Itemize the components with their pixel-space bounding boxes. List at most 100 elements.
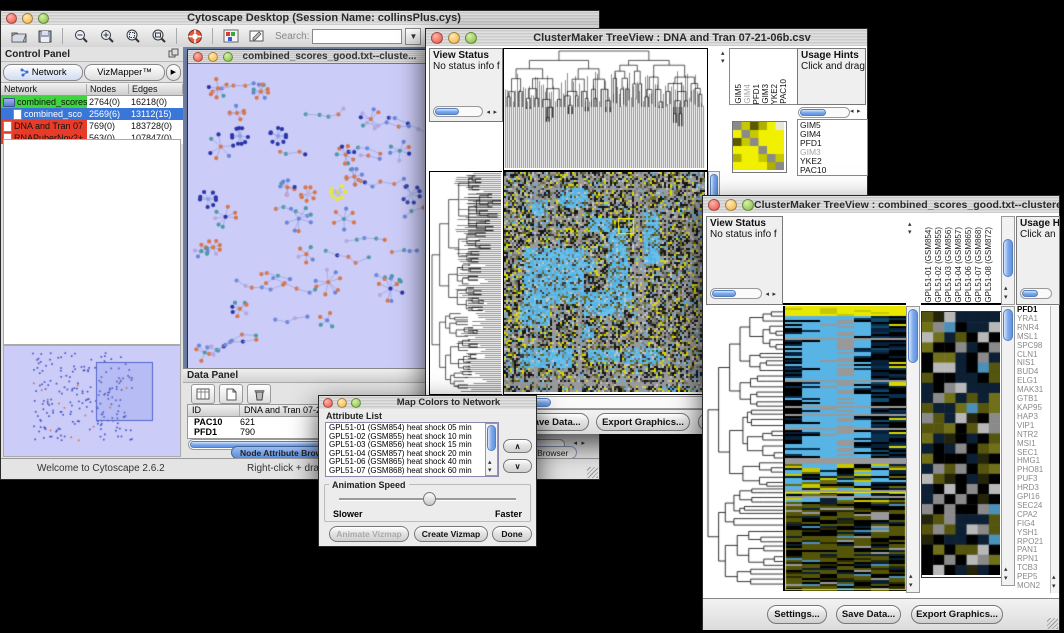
new-attribute-icon[interactable] bbox=[219, 384, 243, 404]
close-button[interactable] bbox=[193, 52, 203, 62]
zoom-button[interactable] bbox=[38, 13, 49, 24]
scroll-up-arrow[interactable]: ▴ bbox=[1004, 285, 1008, 292]
scroll-right-arrow[interactable]: ▸ bbox=[772, 291, 776, 298]
row-dendrogram2-canvas[interactable] bbox=[706, 306, 783, 591]
float-panel-icon[interactable] bbox=[168, 48, 179, 61]
scrollbar-thumb[interactable] bbox=[435, 108, 459, 115]
treeview1-titlebar[interactable]: ClusterMaker TreeView : DNA and Tran 07-… bbox=[426, 29, 867, 47]
vizmapper-icon[interactable] bbox=[219, 27, 242, 45]
open-file-button[interactable] bbox=[7, 27, 30, 45]
dialog-titlebar[interactable]: Map Colors to Network bbox=[319, 396, 536, 410]
scroll-down-arrow[interactable]: ▾ bbox=[1004, 294, 1008, 301]
column-label[interactable]: GPL51-04 (GSM857) bbox=[954, 227, 964, 303]
main-title-bar[interactable]: Cytoscape Desktop (Session Name: collins… bbox=[1, 11, 599, 26]
scroll-down-arrow[interactable]: ▾ bbox=[1052, 583, 1056, 590]
tab-overflow-arrow[interactable]: ▶ bbox=[166, 64, 181, 81]
column-label[interactable]: GIM5 bbox=[734, 84, 743, 104]
view-status-scrollbar[interactable] bbox=[433, 106, 483, 117]
network-window1-titlebar[interactable]: combined_scores_good.txt--cluste... bbox=[188, 50, 426, 64]
birdseye-canvas[interactable] bbox=[4, 346, 178, 454]
scrollbar-thumb[interactable] bbox=[1022, 290, 1038, 297]
done-button[interactable]: Done bbox=[492, 526, 532, 542]
column-label[interactable]: GPL51-06 (GSM865) bbox=[964, 227, 974, 303]
birdseye-view[interactable] bbox=[3, 345, 181, 457]
scroll-down-arrow[interactable]: ▾ bbox=[909, 582, 913, 589]
scroll-up-arrow[interactable]: ▴ bbox=[909, 573, 913, 580]
column-label[interactable]: GPL51-01 (GSM854) bbox=[924, 227, 934, 303]
network-table-header-cell[interactable]: Network bbox=[1, 84, 87, 94]
row-dendrogram1-canvas[interactable] bbox=[430, 172, 501, 392]
column-label[interactable]: PFD1 bbox=[752, 84, 761, 104]
column-label[interactable]: GPL51-07 (GSM868) bbox=[974, 227, 984, 303]
scrollbar-thumb[interactable] bbox=[487, 425, 496, 451]
heatmap2-vscrollbar[interactable]: ▴ ▾ bbox=[906, 306, 920, 593]
column-label[interactable]: PAC10 bbox=[779, 79, 788, 104]
close-button[interactable] bbox=[6, 13, 17, 24]
zoom-selected-button[interactable] bbox=[121, 27, 144, 45]
gene-label[interactable]: PAC10 bbox=[800, 166, 867, 175]
scroll-left-arrow[interactable]: ◂ bbox=[765, 291, 769, 298]
create-vizmap-button[interactable]: Create Vizmap bbox=[414, 526, 488, 542]
search-dropdown-arrow[interactable]: ▼ bbox=[405, 28, 421, 45]
tree-up-arrow[interactable]: ▴ bbox=[721, 50, 725, 57]
scroll-down-arrow[interactable]: ▾ bbox=[1004, 575, 1008, 582]
annotation-icon[interactable] bbox=[245, 27, 268, 45]
tab-vizmapper[interactable]: VizMapper™ bbox=[84, 64, 164, 81]
resize-grip[interactable] bbox=[587, 467, 598, 478]
network-table-row[interactable]: combined_scores 2764(0) 16218(0) bbox=[1, 96, 183, 108]
column-label[interactable]: GPL51-03 (GSM856) bbox=[944, 227, 954, 303]
search-input[interactable] bbox=[312, 29, 402, 44]
zoom-button[interactable] bbox=[351, 398, 361, 408]
tree-up-arrow[interactable]: ▴ bbox=[908, 221, 912, 228]
gene-list-scrollbar[interactable]: ▴ ▾ bbox=[1001, 306, 1015, 586]
network-table-header-cell[interactable]: Edges bbox=[129, 84, 183, 94]
close-button[interactable] bbox=[323, 398, 333, 408]
minimize-button[interactable] bbox=[208, 52, 218, 62]
view-status-scrollbar[interactable] bbox=[710, 288, 762, 299]
minimize-button[interactable] bbox=[725, 199, 737, 211]
column-label[interactable]: GIM3 bbox=[761, 84, 770, 104]
attribute-list-item[interactable]: GPL51-07 (GSM868) heat shock 60 min bbox=[329, 467, 498, 476]
resize-grip[interactable] bbox=[1047, 618, 1058, 629]
minimize-button[interactable] bbox=[22, 13, 33, 24]
network-table-header-cell[interactable]: Nodes bbox=[87, 84, 129, 94]
network-table-row[interactable]: combined_sco 2569(6) 13112(15) bbox=[1, 108, 183, 120]
usage-hints-scrollbar[interactable] bbox=[798, 107, 850, 118]
heatmap2-canvas[interactable] bbox=[785, 306, 906, 591]
scroll-down-arrow[interactable]: ▾ bbox=[488, 467, 492, 474]
scrollbar-thumb[interactable] bbox=[800, 109, 826, 116]
column-labels-scrollbar[interactable]: ▴ ▾ bbox=[1001, 216, 1015, 305]
scroll-up-arrow[interactable]: ▴ bbox=[1004, 566, 1008, 573]
scrollbar-thumb[interactable] bbox=[1003, 309, 1013, 341]
save-button[interactable] bbox=[33, 27, 56, 45]
tree-down-arrow[interactable]: ▾ bbox=[721, 58, 725, 65]
minimize-button[interactable] bbox=[337, 398, 347, 408]
column-label[interactable]: GIM4 bbox=[743, 84, 752, 104]
scroll-left-arrow[interactable]: ◂ bbox=[850, 108, 854, 115]
minimize-button[interactable] bbox=[448, 32, 460, 44]
zoom-heatmap-canvas[interactable] bbox=[922, 312, 1000, 575]
animate-vizmap-button[interactable]: Animate Vizmap bbox=[329, 526, 409, 542]
move-up-button[interactable]: ∧ bbox=[503, 439, 532, 453]
scroll-up-arrow[interactable]: ▴ bbox=[1052, 574, 1056, 581]
scroll-right-arrow[interactable]: ▸ bbox=[857, 108, 861, 115]
scroll-up-arrow[interactable]: ▴ bbox=[488, 459, 492, 466]
treeview2-titlebar[interactable]: ClusterMaker TreeView : combined_scores_… bbox=[703, 196, 1059, 214]
help-lifesaver-icon[interactable] bbox=[183, 27, 206, 45]
column-label[interactable]: GPL51-02 (GSM855) bbox=[934, 227, 944, 303]
attribute-select-icon[interactable] bbox=[191, 384, 215, 404]
zoom-out-button[interactable] bbox=[69, 27, 92, 45]
heatmap1-canvas[interactable] bbox=[504, 172, 705, 392]
tab-network[interactable]: Network bbox=[3, 64, 83, 81]
usage-hints-scrollbar[interactable] bbox=[1020, 288, 1052, 299]
slider-thumb[interactable] bbox=[423, 492, 436, 506]
attribute-list-scrollbar[interactable]: ▴ ▾ bbox=[485, 423, 498, 476]
column-label[interactable]: GPL51-08 (GSM872) bbox=[984, 227, 994, 303]
export-graphics-button[interactable]: Export Graphics... bbox=[911, 605, 1003, 624]
scrollbar-thumb[interactable] bbox=[908, 309, 918, 363]
data-table-header-cell[interactable]: ID bbox=[188, 405, 240, 416]
zoom-button[interactable] bbox=[742, 199, 754, 211]
tree-down-arrow[interactable]: ▾ bbox=[908, 229, 912, 236]
scrollbar-thumb[interactable] bbox=[1003, 239, 1013, 277]
zoom-fit-button[interactable] bbox=[147, 27, 170, 45]
